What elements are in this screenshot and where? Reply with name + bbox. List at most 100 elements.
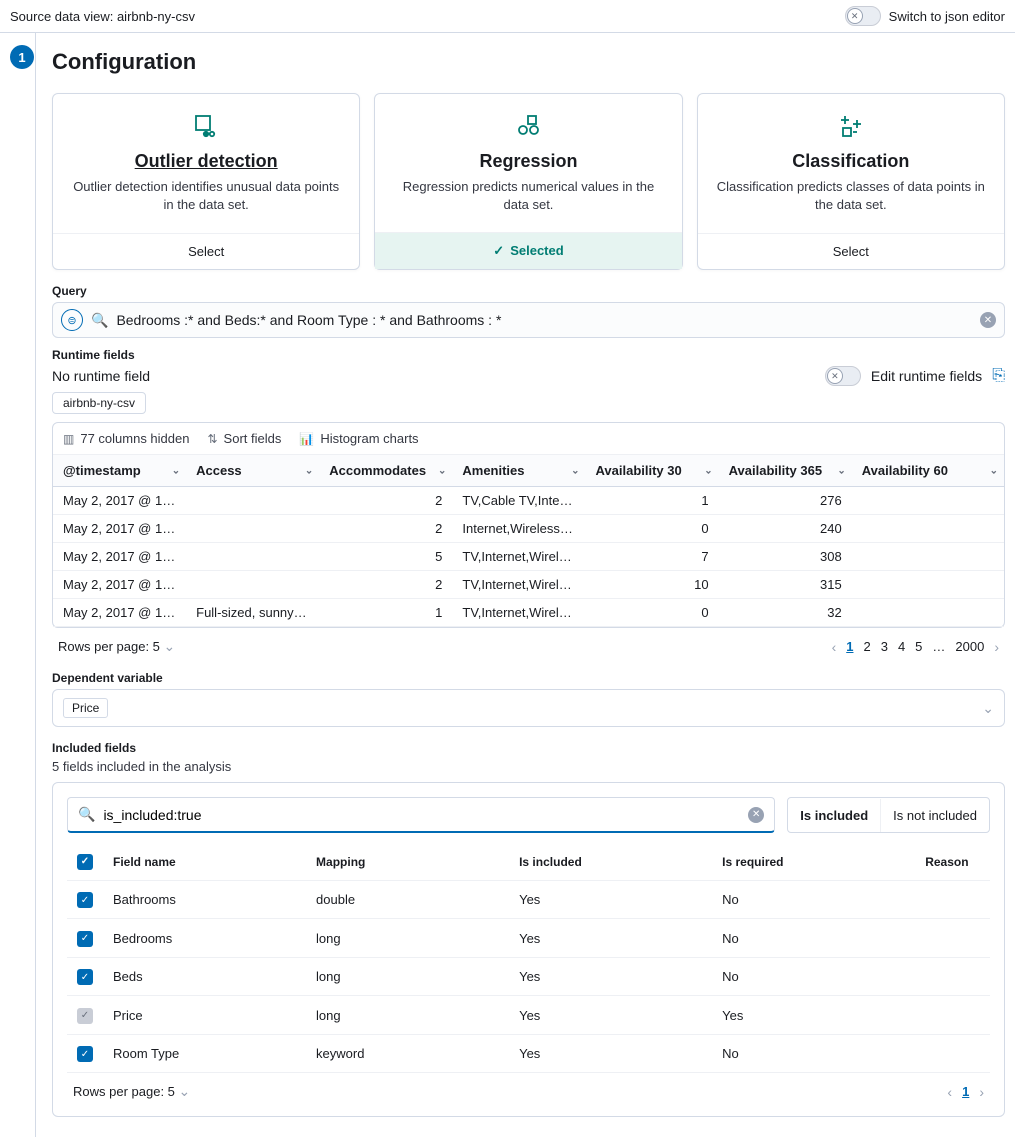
table-row: May 2, 2017 @ 13:20:28…2TV,Cable TV,Inte… [53, 487, 1004, 515]
select-all-checkbox[interactable]: ✓ [77, 854, 93, 870]
cell: May 2, 2017 @ 13:20:28… [53, 599, 186, 627]
search-icon: 🔍 [91, 312, 108, 329]
card-desc: Outlier detection identifies unusual dat… [69, 178, 343, 214]
sort-fields-label: Sort fields [224, 431, 282, 446]
included-fields-search[interactable]: 🔍 ✕ [67, 797, 775, 833]
page-number[interactable]: 3 [881, 639, 888, 654]
clear-query-icon[interactable]: ✕ [980, 312, 996, 328]
edit-runtime-toggle[interactable]: ✕ [825, 366, 861, 386]
next-page-icon[interactable]: › [994, 639, 999, 655]
tab-is-not-included[interactable]: Is not included [880, 799, 989, 832]
card-title: Classification [714, 151, 988, 172]
cell [852, 543, 1004, 571]
card-classification[interactable]: Classification Classification predicts c… [697, 93, 1005, 270]
row-checkbox[interactable]: ✓ [77, 892, 93, 908]
json-editor-toggle[interactable]: ✕ [845, 6, 881, 26]
cell: Yes [509, 880, 712, 919]
col-field-name[interactable]: Field name [103, 843, 306, 880]
cell: 0 [586, 599, 719, 627]
cell: 240 [719, 515, 852, 543]
row-checkbox[interactable]: ✓ [77, 931, 93, 947]
column-header[interactable]: Availability 60⌄ [852, 455, 1004, 487]
cell: Beds [103, 957, 306, 996]
page-number[interactable]: 4 [898, 639, 905, 654]
column-header[interactable]: Access⌄ [186, 455, 319, 487]
prev-page-icon[interactable]: ‹ [832, 639, 837, 655]
cell: 308 [719, 543, 852, 571]
rows-per-page-select[interactable]: Rows per page: 5 ⌄ [58, 638, 175, 655]
cell: long [306, 957, 509, 996]
cell: TV,Internet,Wireless Inter… [452, 599, 585, 627]
page-number[interactable]: 1 [846, 639, 853, 654]
sort-fields-button[interactable]: ⇅ Sort fields [207, 431, 281, 446]
column-header[interactable]: @timestamp⌄ [53, 455, 186, 487]
clear-search-icon[interactable]: ✕ [748, 807, 764, 823]
cell: Yes [712, 996, 915, 1035]
col-reason[interactable]: Reason [915, 843, 990, 880]
select-button[interactable]: Select [698, 233, 1004, 269]
page-number[interactable]: 5 [915, 639, 922, 654]
table-row: May 2, 2017 @ 13:20:28…2TV,Internet,Wire… [53, 571, 1004, 599]
row-checkbox[interactable]: ✓ [77, 1046, 93, 1062]
card-outlier-detection[interactable]: Outlier detection Outlier detection iden… [52, 93, 360, 270]
query-text: Bedrooms :* and Beds:* and Room Type : *… [116, 312, 972, 328]
cell: 10 [586, 571, 719, 599]
row-checkbox[interactable]: ✓ [77, 1008, 93, 1024]
selected-indicator: Selected [375, 232, 681, 269]
cell: May 2, 2017 @ 13:20:28… [53, 543, 186, 571]
card-desc: Classification predicts classes of data … [714, 178, 988, 214]
histogram-label: Histogram charts [320, 431, 418, 446]
cell: 276 [719, 487, 852, 515]
col-is-included[interactable]: Is included [509, 843, 712, 880]
pagination: ‹ 1 › [947, 1084, 984, 1100]
col-mapping[interactable]: Mapping [306, 843, 509, 880]
included-fields-table: ✓ Field name Mapping Is included Is requ… [67, 843, 990, 1073]
cell: 315 [719, 571, 852, 599]
cell [186, 543, 319, 571]
dependent-variable-label: Dependent variable [52, 671, 1005, 685]
data-view-chip[interactable]: airbnb-ny-csv [52, 392, 146, 414]
tab-is-included[interactable]: Is included [788, 799, 880, 832]
cell [915, 1034, 990, 1073]
columns-hidden-button[interactable]: ▥ 77 columns hidden [63, 431, 189, 446]
column-header[interactable]: Amenities⌄ [452, 455, 585, 487]
search-icon: 🔍 [78, 806, 95, 823]
select-button[interactable]: Select [53, 233, 359, 269]
page-number[interactable]: 2000 [955, 639, 984, 654]
column-header[interactable]: Accommodates⌄ [319, 455, 452, 487]
prev-page-icon[interactable]: ‹ [947, 1084, 952, 1100]
query-input[interactable]: ⊜ 🔍 Bedrooms :* and Beds:* and Room Type… [52, 302, 1005, 338]
row-checkbox[interactable]: ✓ [77, 969, 93, 985]
page-number[interactable]: 1 [962, 1084, 969, 1099]
table-row: ✓BedslongYesNo [67, 957, 990, 996]
next-page-icon[interactable]: › [979, 1084, 984, 1100]
table-row: May 2, 2017 @ 13:20:28…2Internet,Wireles… [53, 515, 1004, 543]
outlier-icon [69, 112, 343, 143]
cell: 32 [719, 599, 852, 627]
cell [915, 919, 990, 958]
edit-runtime-label: Edit runtime fields [871, 368, 982, 384]
close-icon: ✕ [847, 8, 863, 24]
col-is-required[interactable]: Is required [712, 843, 915, 880]
sort-icon: ⇅ [207, 432, 217, 446]
search-input[interactable] [103, 807, 740, 823]
cell: keyword [306, 1034, 509, 1073]
cell: 2 [319, 515, 452, 543]
filter-icon[interactable]: ⊜ [61, 309, 83, 331]
column-header[interactable]: Availability 365⌄ [719, 455, 852, 487]
rows-per-page-select[interactable]: Rows per page: 5 ⌄ [73, 1083, 190, 1100]
close-icon: ✕ [827, 368, 843, 384]
cell: No [712, 957, 915, 996]
copy-icon[interactable]: ⎘ [992, 367, 1005, 385]
table-row: May 2, 2017 @ 13:20:28…5TV,Internet,Wire… [53, 543, 1004, 571]
cell: 1 [319, 599, 452, 627]
cell: TV,Cable TV,Internet,Wir… [452, 487, 585, 515]
page-number: … [932, 639, 945, 654]
cell: 0 [586, 515, 719, 543]
column-header[interactable]: Availability 30⌄ [586, 455, 719, 487]
histogram-charts-button[interactable]: 📊 Histogram charts [299, 431, 418, 446]
cell: Internet,Wireless Internet… [452, 515, 585, 543]
page-number[interactable]: 2 [863, 639, 870, 654]
card-regression[interactable]: Regression Regression predicts numerical… [374, 93, 682, 270]
dependent-variable-select[interactable]: Price ⌄ [52, 689, 1005, 727]
